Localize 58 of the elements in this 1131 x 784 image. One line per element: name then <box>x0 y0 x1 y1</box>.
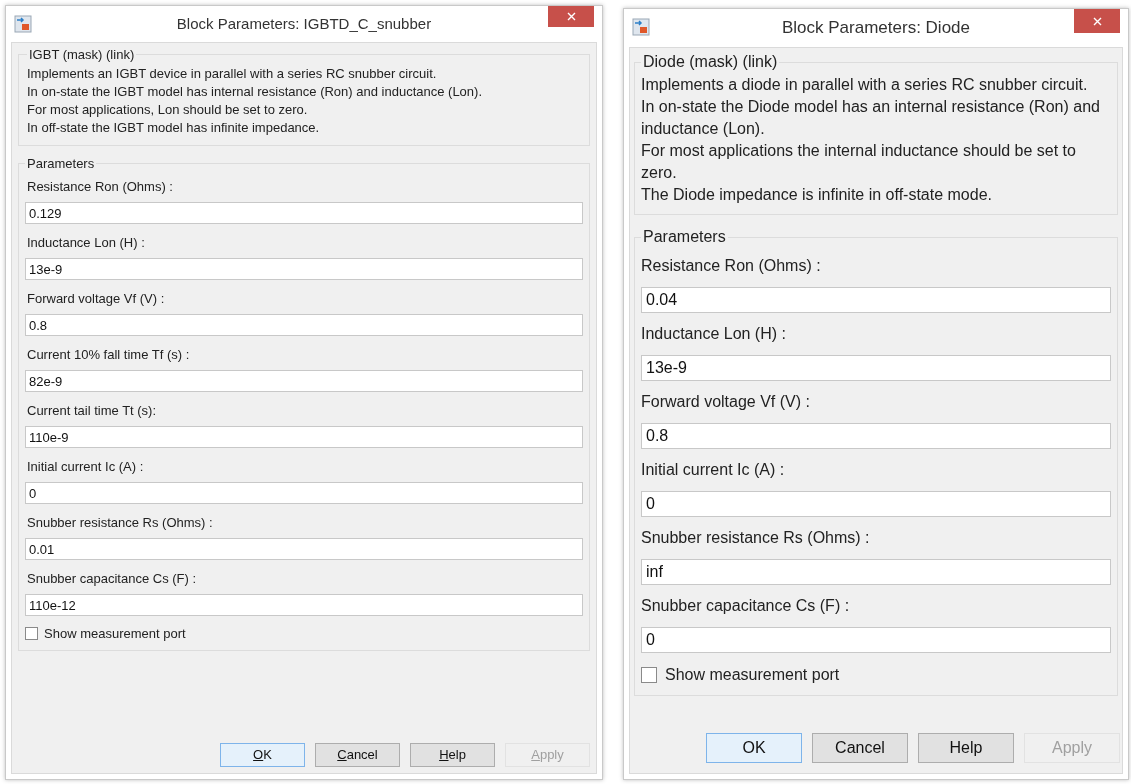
field-label: Current 10% fall time Tf (s) : <box>26 346 191 364</box>
field-label: Snubber capacitance Cs (F) : <box>641 596 851 616</box>
checkbox-label: Show measurement port <box>665 665 840 685</box>
parameter-field[interactable]: 0.8 <box>25 314 583 336</box>
window-title: Block Parameters: Diode <box>782 17 970 40</box>
parameter-field[interactable]: 0.129 <box>25 202 583 224</box>
description-text: In on-state the IGBT model has internal resistance (Ron) and inductance (Lon). <box>27 82 483 101</box>
close-icon <box>566 12 576 21</box>
field-label: Initial current Ic (A) : <box>641 460 786 480</box>
parameter-field[interactable]: 82e-9 <box>25 370 583 392</box>
field-label: Forward voltage Vf (V) : <box>641 392 811 412</box>
parameter-field[interactable]: 0.04 <box>641 287 1111 313</box>
parameter-field[interactable]: inf <box>641 559 1111 585</box>
parameter-field[interactable]: 13e-9 <box>641 355 1111 381</box>
dialog-button[interactable]: OK <box>706 733 802 763</box>
group-heading: Diode (mask) (link) <box>642 52 779 72</box>
checkbox[interactable] <box>25 627 38 641</box>
dialog-button[interactable]: OK <box>220 743 305 767</box>
description-text: Implements an IGBT device in parallel with a series RC snubber circuit. <box>27 64 438 83</box>
close-button[interactable] <box>1074 9 1120 33</box>
window-title: Block Parameters: IGBTD_C_snubber <box>176 13 432 34</box>
dialog-button[interactable]: Help <box>410 743 495 767</box>
parameter-field[interactable]: 0 <box>25 482 583 504</box>
close-button[interactable] <box>548 6 594 27</box>
dialog-button[interactable]: Help <box>918 733 1014 763</box>
group-heading: Parameters <box>26 154 96 173</box>
description-text: For most applications, Lon should be set to zero. <box>27 100 309 119</box>
parameter-field[interactable]: 110e-9 <box>25 426 583 448</box>
field-label: Current tail time Tt (s): <box>26 402 158 420</box>
field-label: Snubber capacitance Cs (F) : <box>26 570 198 588</box>
group-heading: Parameters <box>642 227 727 247</box>
block-icon <box>14 15 32 33</box>
parameter-field[interactable]: 110e-12 <box>25 594 583 616</box>
parameter-field[interactable]: 0 <box>641 627 1111 653</box>
block-icon <box>632 18 650 36</box>
description-text: In on-state the Diode model has an internal resistance (Ron) and inductance (Lon). <box>641 97 1101 139</box>
field-label: Inductance Lon (H) : <box>26 234 146 252</box>
dialog-button[interactable]: Cancel <box>812 733 908 763</box>
checkbox-label: Show measurement port <box>44 625 186 643</box>
parameter-field[interactable]: 0 <box>641 491 1111 517</box>
dialog-button[interactable]: Cancel <box>315 743 400 767</box>
description-text: For most applications the internal inductance should be set to zero. <box>641 141 1077 183</box>
parameter-field[interactable]: 0.01 <box>25 538 583 560</box>
field-label: Initial current Ic (A) : <box>26 458 145 476</box>
field-label: Snubber resistance Rs (Ohms) : <box>26 514 214 532</box>
field-label: Resistance Ron (Ohms) : <box>26 178 174 196</box>
description-text: Implements a diode in parallel with a series RC snubber circuit. <box>641 75 1089 95</box>
description-text: In off-state the IGBT model has infinite impedance. <box>27 118 321 137</box>
parameter-field[interactable]: 0.8 <box>641 423 1111 449</box>
field-label: Resistance Ron (Ohms) : <box>641 256 822 276</box>
field-label: Snubber resistance Rs (Ohms) : <box>641 528 871 548</box>
parameter-field[interactable]: 13e-9 <box>25 258 583 280</box>
checkbox[interactable] <box>641 667 657 683</box>
group-heading: IGBT (mask) (link) <box>28 46 136 64</box>
field-label: Inductance Lon (H) : <box>641 324 787 344</box>
description-text: The Diode impedance is infinite in off-state mode. <box>641 185 993 205</box>
field-label: Forward voltage Vf (V) : <box>26 290 166 308</box>
close-icon <box>1092 16 1102 26</box>
